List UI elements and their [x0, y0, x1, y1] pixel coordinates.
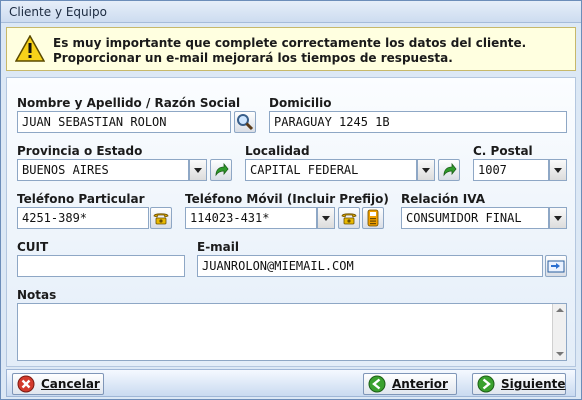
nombre-label: Nombre y Apellido / Razón Social [17, 96, 241, 110]
banner-line-1: Es muy importante que complete correctam… [53, 36, 527, 50]
next-button[interactable]: Siguiente [472, 373, 566, 395]
localidad-refresh-button[interactable] [438, 159, 460, 181]
tel-movil-sms-button[interactable] [362, 207, 384, 229]
dialog-window: Cliente y Equipo Es muy importante que c… [0, 0, 582, 400]
button-bar: Cancelar Anterior Siguiente [6, 369, 576, 397]
cpostal-label: C. Postal [473, 144, 533, 158]
provincia-dropdown-button[interactable] [189, 159, 207, 181]
cuit-input[interactable] [17, 255, 185, 277]
tel-movil-dropdown-button[interactable] [317, 207, 335, 229]
tel-movil-select[interactable]: 114023-431* [185, 207, 317, 229]
notas-textarea[interactable] [17, 303, 567, 361]
provincia-label: Provincia o Estado [17, 144, 143, 158]
info-banner: Es muy importante que complete correctam… [6, 27, 576, 71]
email-sync-icon [547, 260, 565, 273]
email-sync-button[interactable] [545, 255, 567, 277]
back-button[interactable]: Anterior [363, 373, 457, 395]
localidad-select[interactable]: CAPITAL FEDERAL [245, 159, 417, 181]
chevron-down-icon [554, 215, 562, 221]
domicilio-input[interactable]: PARAGUAY 1245 1B [269, 111, 567, 133]
tel-movil-label: Teléfono Móvil (Incluir Prefijo) [185, 192, 389, 206]
warning-icon [15, 35, 45, 62]
scroll-up-icon[interactable] [556, 308, 564, 312]
tel-particular-call-button[interactable] [150, 207, 172, 229]
email-label: E-mail [197, 240, 240, 254]
localidad-label: Localidad [245, 144, 310, 158]
cpostal-select[interactable]: 1007 [473, 159, 549, 181]
phone-icon [341, 213, 357, 225]
cuit-label: CUIT [17, 240, 49, 254]
banner-line-2: Proporcionar un e-mail mejorará los tiem… [53, 51, 453, 65]
relacion-iva-label: Relación IVA [401, 192, 486, 206]
cancel-icon [17, 375, 35, 393]
search-client-button[interactable] [234, 111, 256, 133]
back-button-label: Anterior [392, 377, 448, 391]
scroll-down-icon[interactable] [556, 352, 564, 356]
cpostal-dropdown-button[interactable] [549, 159, 567, 181]
relacion-iva-select[interactable]: CONSUMIDOR FINAL [401, 207, 549, 229]
tel-particular-label: Teléfono Particular [17, 192, 145, 206]
chevron-down-icon [554, 167, 562, 173]
cancel-button-label: Cancelar [41, 377, 100, 391]
relacion-iva-dropdown-button[interactable] [549, 207, 567, 229]
notas-label: Notas [17, 288, 57, 302]
tel-movil-call-button[interactable] [338, 207, 360, 229]
green-arrow-icon [215, 162, 229, 177]
chevron-down-icon [422, 167, 430, 173]
title-bar: Cliente y Equipo [1, 1, 581, 23]
next-button-label: Siguiente [501, 377, 566, 391]
chevron-down-icon [322, 215, 330, 221]
provincia-refresh-button[interactable] [210, 159, 232, 181]
client-form: Nombre y Apellido / Razón Social JUAN SE… [6, 77, 576, 367]
chevron-down-icon [194, 167, 202, 173]
sms-icon [367, 209, 379, 227]
nombre-input[interactable]: JUAN SEBASTIAN ROLON [17, 111, 231, 133]
green-arrow-icon [443, 162, 457, 177]
tel-particular-input[interactable]: 4251-389* [17, 207, 149, 229]
phone-icon [153, 213, 169, 225]
notas-scrollbar[interactable] [552, 304, 566, 360]
localidad-dropdown-button[interactable] [417, 159, 435, 181]
email-input[interactable]: JUANROLON@MIEMAIL.COM [197, 255, 543, 277]
window-title: Cliente y Equipo [9, 5, 107, 19]
arrow-left-icon [368, 375, 386, 393]
magnifier-icon [237, 114, 254, 131]
cancel-button[interactable]: Cancelar [12, 373, 104, 395]
domicilio-label: Domicilio [269, 96, 332, 110]
provincia-select[interactable]: BUENOS AIRES [17, 159, 189, 181]
arrow-right-icon [477, 375, 495, 393]
